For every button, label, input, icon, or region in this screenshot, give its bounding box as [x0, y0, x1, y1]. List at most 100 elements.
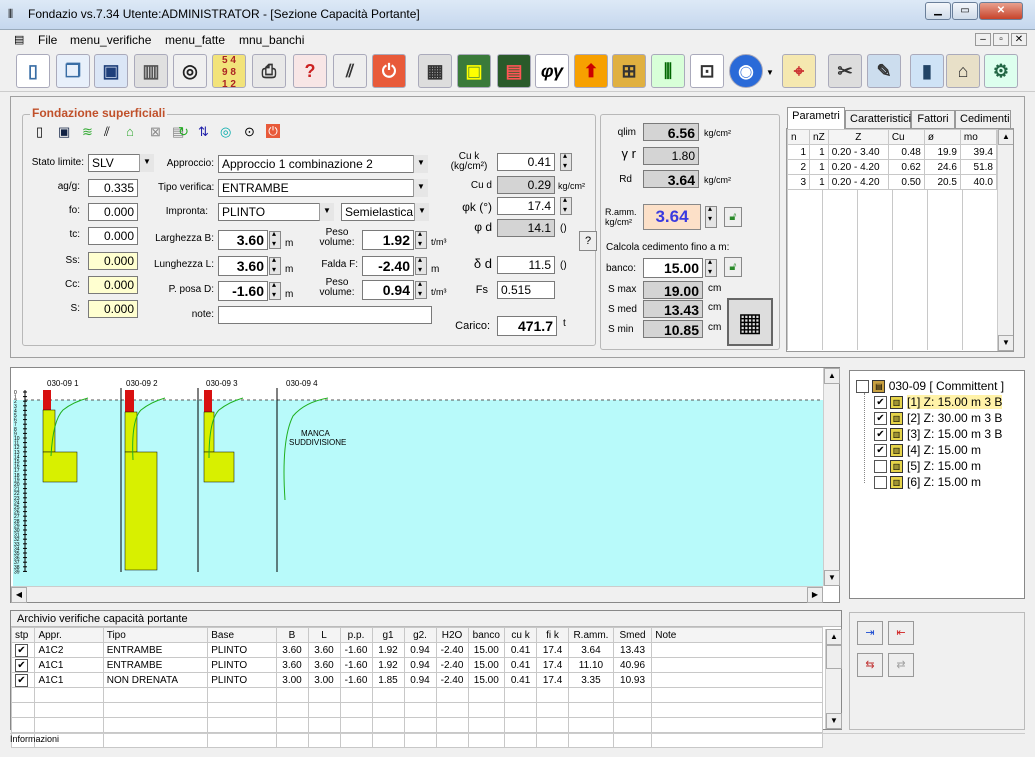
- network-icon[interactable]: ⚙: [984, 54, 1018, 88]
- tree-item[interactable]: ✔ ▥ [1] Z: 15.00 m 3 B: [874, 395, 1003, 410]
- mdi-minimize-button[interactable]: –: [975, 33, 991, 46]
- scroll-down-arrow[interactable]: ▼: [998, 335, 1013, 351]
- tree-item-checkbox[interactable]: ✔: [874, 444, 887, 458]
- buildings-icon[interactable]: ⌂: [946, 54, 980, 88]
- probe-icon[interactable]: ⫽: [333, 54, 367, 88]
- profile-hscroll[interactable]: ◀ ▶: [11, 586, 823, 603]
- cuk-spinner[interactable]: [560, 151, 572, 171]
- fo-input[interactable]: 0.000: [88, 203, 138, 221]
- table-row[interactable]: 2 1 0.20 - 4.20 0.62 24.6 51.8: [787, 159, 998, 175]
- note-input[interactable]: [218, 306, 432, 324]
- save-icon[interactable]: ▣: [94, 54, 128, 88]
- tab-caratteristici[interactable]: Caratteristici: [845, 110, 911, 128]
- binoculars-icon[interactable]: ◎: [173, 54, 207, 88]
- sort-icon[interactable]: ⇅: [198, 124, 209, 140]
- banco-spinner[interactable]: [705, 257, 717, 277]
- print-checkbox[interactable]: [10, 717, 36, 733]
- banco-input[interactable]: 15.00: [643, 258, 703, 278]
- maximize-button[interactable]: ▭: [952, 2, 978, 20]
- print-checkbox[interactable]: ✔: [10, 642, 36, 658]
- tree-item[interactable]: ▥ [5] Z: 15.00 m: [874, 459, 981, 474]
- chevron-down-icon[interactable]: ▼: [413, 155, 428, 173]
- archive-col-header[interactable]: stp: [10, 627, 36, 643]
- lock-icon[interactable]: 🔓︎: [724, 207, 742, 227]
- print-checkbox[interactable]: ✔: [10, 672, 36, 688]
- archive-col-header[interactable]: L: [307, 627, 341, 643]
- tree-item-checkbox[interactable]: [874, 476, 887, 490]
- copy-file-icon[interactable]: ❐: [56, 54, 90, 88]
- menu-file[interactable]: File: [38, 33, 57, 47]
- archive-col-header[interactable]: B: [275, 627, 309, 643]
- archive-col-header[interactable]: banco: [467, 627, 506, 643]
- tc-input[interactable]: 0.000: [88, 227, 138, 245]
- sudoku-icon[interactable]: 5 49 81 2: [212, 54, 246, 90]
- swap-icon[interactable]: ⇄: [888, 653, 914, 677]
- mdi-restore-button[interactable]: ▫: [993, 33, 1009, 46]
- table-row[interactable]: ✔ A1C1 NON DRENATA PLINTO 3.00 3.00 -1.60 1.85 0…: [10, 672, 823, 688]
- piles-icon[interactable]: ⫼: [651, 54, 685, 88]
- chevron-down-icon[interactable]: ▼: [413, 179, 428, 197]
- table-row[interactable]: [10, 702, 823, 718]
- target-icon[interactable]: ⊙: [244, 124, 255, 140]
- new-file-icon[interactable]: ▯: [16, 54, 50, 88]
- approccio-select[interactable]: Approccio 1 combinazione 2: [218, 155, 428, 173]
- scroll-down-arrow[interactable]: ▼: [826, 713, 842, 729]
- close-button[interactable]: ✕: [979, 2, 1023, 20]
- table-row[interactable]: 1 1 0.20 - 3.40 0.48 19.9 39.4: [787, 144, 998, 160]
- stop-icon[interactable]: ⏻: [266, 124, 280, 138]
- export-icon[interactable]: ⇥: [857, 621, 883, 645]
- load-icon[interactable]: ⬆: [574, 54, 608, 88]
- help-icon[interactable]: ?: [293, 54, 327, 88]
- tree-item[interactable]: ✔ ▥ [4] Z: 15.00 m: [874, 443, 981, 458]
- archive-col-header[interactable]: Note: [651, 627, 823, 643]
- archive-col-header[interactable]: Smed: [612, 627, 653, 643]
- table-row[interactable]: ✔ A1C2 ENTRAMBE PLINTO 3.60 3.60 -1.60 1.92 0.94…: [10, 642, 823, 658]
- spiral-icon[interactable]: ◎: [220, 124, 231, 140]
- minimize-button[interactable]: ▁: [925, 2, 951, 20]
- chevron-down-icon[interactable]: ▼: [766, 68, 774, 77]
- scroll-up-arrow[interactable]: ▲: [998, 129, 1013, 145]
- impronta-select[interactable]: PLINTO: [218, 203, 334, 221]
- help-button[interactable]: ?: [579, 231, 597, 251]
- layers-icon[interactable]: ▤: [497, 54, 531, 88]
- archive-col-header[interactable]: Base: [207, 627, 277, 643]
- tree-root[interactable]: ▤ 030-09 [ Committent ]: [856, 379, 1004, 394]
- edit-table-icon[interactable]: ✎: [867, 54, 901, 88]
- tree-item-checkbox[interactable]: [874, 460, 887, 474]
- chevron-down-icon[interactable]: ▼: [319, 203, 334, 221]
- save-small-icon[interactable]: ▣: [58, 124, 70, 140]
- peso2-spinner[interactable]: [415, 279, 427, 299]
- tree-item-checkbox[interactable]: ✔: [874, 428, 887, 442]
- profile-vscroll[interactable]: ▲ ▼: [823, 368, 840, 586]
- printer-icon[interactable]: ⎙: [252, 54, 286, 88]
- phi-gamma-icon[interactable]: φγ: [535, 54, 569, 88]
- archive-scrollbar[interactable]: ▲ ▼: [825, 629, 842, 729]
- larghezza-spinner[interactable]: [269, 229, 281, 249]
- tree-item-checkbox[interactable]: ✔: [874, 412, 887, 426]
- calculator-button[interactable]: ▦: [727, 298, 773, 346]
- print-checkbox[interactable]: [10, 687, 36, 703]
- cuk-input[interactable]: 0.41: [497, 153, 555, 171]
- peso1-input[interactable]: 1.92: [362, 230, 414, 250]
- probe-small-icon[interactable]: ⫽: [104, 124, 110, 140]
- print-checkbox[interactable]: [10, 702, 36, 718]
- deltad-input[interactable]: 11.5: [497, 256, 555, 274]
- server-icon[interactable]: ▮: [910, 54, 944, 88]
- disabled-grid-icon[interactable]: ⊠: [150, 124, 161, 140]
- scroll-up-arrow[interactable]: ▲: [824, 368, 840, 384]
- tree-root-checkbox[interactable]: [856, 380, 869, 394]
- scroll-left-arrow[interactable]: ◀: [11, 587, 27, 603]
- tipo-verifica-select[interactable]: ENTRAMBE: [218, 179, 428, 197]
- globe-icon[interactable]: ◉: [729, 54, 763, 88]
- chevron-down-icon[interactable]: ▼: [414, 203, 429, 221]
- foundation-icon[interactable]: ▣: [457, 54, 491, 88]
- archive-col-header[interactable]: g1: [371, 627, 405, 643]
- phik-spinner[interactable]: [560, 195, 572, 215]
- scroll-up-arrow[interactable]: ▲: [826, 629, 842, 645]
- tab-fattori[interactable]: Fattori: [911, 110, 955, 128]
- tree-item[interactable]: ✔ ▥ [2] Z: 30.00 m 3 B: [874, 411, 1002, 426]
- table-row[interactable]: 3 1 0.20 - 4.20 0.50 20.5 40.0: [787, 174, 998, 190]
- ramm-spinner[interactable]: [705, 204, 717, 228]
- calculator-icon[interactable]: ▦: [418, 54, 452, 88]
- checkbox[interactable]: ✔: [15, 658, 28, 672]
